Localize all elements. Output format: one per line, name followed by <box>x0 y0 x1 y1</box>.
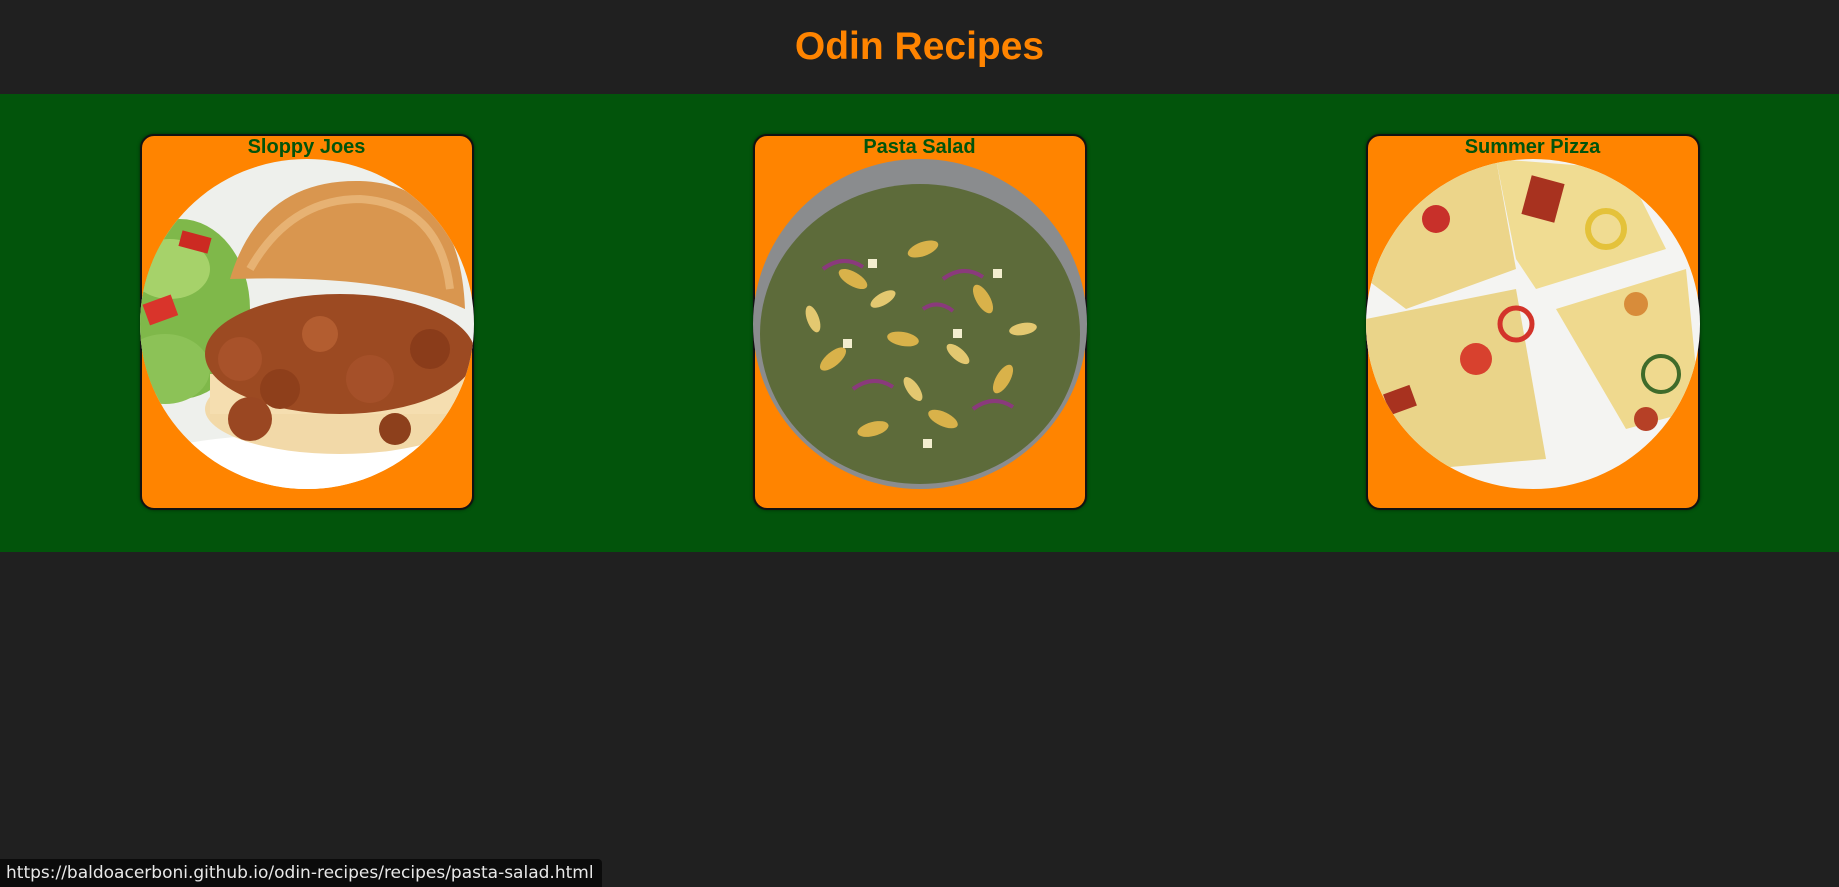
page: Odin Recipes Sloppy Joes Pasta Salad Sum… <box>0 0 1839 887</box>
recipe-card-sloppy-joes[interactable]: Sloppy Joes <box>139 134 474 510</box>
recipe-card-summer-pizza[interactable]: Summer Pizza <box>1365 134 1700 510</box>
recipe-title: Pasta Salad <box>863 136 976 158</box>
recipe-list: Sloppy Joes Pasta Salad Summer Pizza <box>0 94 1839 552</box>
link-status-bar: https://baldoacerboni.github.io/odin-rec… <box>0 859 602 887</box>
recipe-title: Summer Pizza <box>1464 136 1601 158</box>
site-header: Odin Recipes <box>0 0 1839 94</box>
sloppy-joes-photo[interactable] <box>139 159 474 489</box>
page-title: Odin Recipes <box>794 25 1045 68</box>
pasta-salad-photo[interactable] <box>752 159 1087 489</box>
recipe-title: Sloppy Joes <box>247 136 366 158</box>
recipe-card-pasta-salad[interactable]: Pasta Salad <box>752 134 1087 510</box>
summer-pizza-photo[interactable] <box>1365 159 1700 489</box>
